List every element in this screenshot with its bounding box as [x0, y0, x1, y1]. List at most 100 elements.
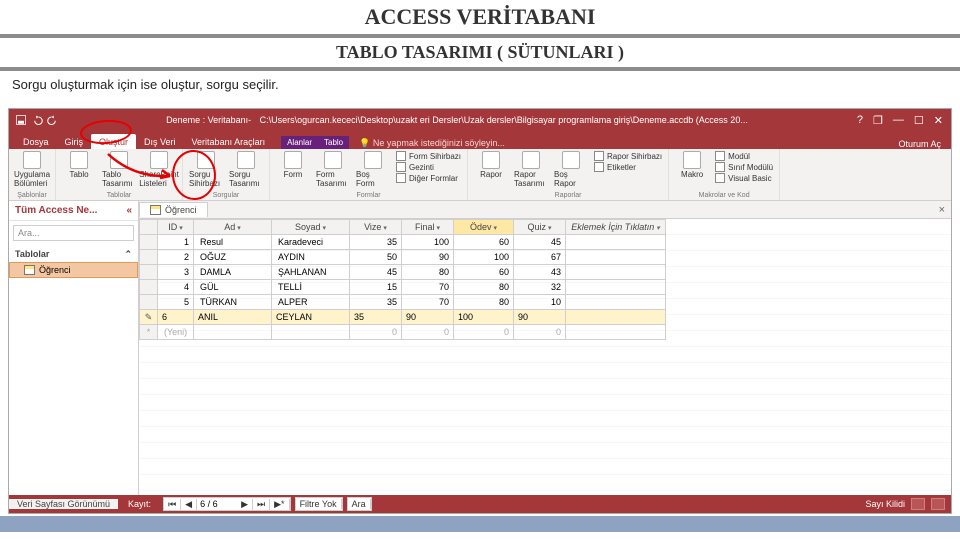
query-design-button[interactable]: Sorgu Tasarımı	[229, 151, 263, 191]
query-wizard-button[interactable]: Sorgu Sihirbazı	[189, 151, 223, 191]
column-header[interactable]: ID▾	[158, 220, 194, 235]
cell: Resul	[194, 235, 272, 250]
cell: CEYLAN	[272, 310, 350, 325]
row-selector[interactable]	[140, 235, 158, 250]
chevron-up-icon: ⌃	[124, 249, 132, 260]
report-design-button[interactable]: Rapor Tasarımı	[514, 151, 548, 191]
next-record-icon[interactable]: ▶	[237, 499, 253, 510]
cell: TÜRKAN	[194, 295, 272, 310]
new-table-button[interactable]: Tablo	[62, 151, 96, 191]
window-restore-icon[interactable]: ❐	[873, 114, 883, 127]
divider	[0, 67, 960, 71]
record-position-input[interactable]	[197, 499, 237, 509]
group-templates-label: Şablonlar	[15, 192, 49, 199]
help-icon[interactable]: ?	[857, 114, 863, 127]
cell: 90	[514, 310, 566, 325]
blank-form-button[interactable]: Boş Form	[356, 151, 390, 191]
table-row[interactable]: ✎ 6 ANIL CEYLAN 35 90 100 90	[140, 310, 666, 325]
row-selector[interactable]: ✎	[140, 310, 158, 325]
cell: OĞUZ	[194, 250, 272, 265]
view-mode-label: Veri Sayfası Görünümü	[9, 499, 118, 509]
table-row[interactable]: 3 DAMLA ŞAHLANAN 45 80 60 43	[140, 265, 666, 280]
file-path: C:\Users\ogurcan.kececi\Desktop\uzakt er…	[260, 115, 748, 125]
group-forms-label: Formlar	[276, 192, 461, 199]
design-view-icon[interactable]	[931, 498, 945, 510]
report-button[interactable]: Rapor	[474, 151, 508, 191]
column-header[interactable]: Ad▾	[194, 220, 272, 235]
app-parts-button[interactable]: Uygulama Bölümleri	[15, 151, 49, 191]
doc-tab-close-icon[interactable]: ×	[933, 204, 951, 216]
minimize-icon[interactable]: —	[893, 114, 904, 127]
filter-indicator[interactable]: Filtre Yok	[295, 497, 343, 511]
record-navigator[interactable]: ⏮ ◀ ▶ ⏭ ▶*	[163, 497, 291, 511]
new-record-icon[interactable]: ▶*	[270, 499, 289, 510]
navigation-pane: Tüm Access Ne... « Ara... Tablolar ⌃ Öğr…	[9, 201, 139, 495]
nav-pane-collapse-icon[interactable]: «	[126, 205, 132, 216]
doc-tab-ogrenci[interactable]: Öğrenci	[139, 202, 208, 217]
nav-item-ogrenci[interactable]: Öğrenci	[9, 262, 138, 278]
nav-pane-title[interactable]: Tüm Access Ne...	[15, 205, 97, 216]
table-design-button[interactable]: Tablo Tasarımı	[102, 151, 136, 191]
navigation-forms-button[interactable]: Gezinti	[396, 162, 461, 172]
tab-context-fields[interactable]: Alanlar	[281, 136, 318, 149]
tab-database-tools[interactable]: Veritabanı Araçları	[184, 134, 274, 149]
divider	[0, 34, 960, 38]
group-queries-label: Sorgular	[189, 192, 263, 199]
column-header[interactable]: Final▾	[402, 220, 454, 235]
tell-me-search[interactable]: 💡 Ne yapmak istediğinizi söyleyin...	[359, 138, 505, 149]
slide-title: ACCESS VERİTABANI	[0, 0, 960, 32]
sharepoint-lists-button[interactable]: SharePoint Listeleri	[142, 151, 176, 191]
tab-file[interactable]: Dosya	[15, 134, 57, 149]
visual-basic-button[interactable]: Visual Basic	[715, 173, 773, 183]
close-icon[interactable]: ✕	[934, 114, 943, 127]
column-header[interactable]: Vize▾	[350, 220, 402, 235]
maximize-icon[interactable]: ☐	[914, 114, 924, 127]
sign-in-link[interactable]: Oturum Aç	[898, 139, 951, 149]
tab-external-data[interactable]: Dış Veri	[136, 134, 184, 149]
column-header[interactable]: Quiz▾	[514, 220, 566, 235]
datasheet-view-icon[interactable]	[911, 498, 925, 510]
cell: 6	[158, 310, 194, 325]
save-icon[interactable]	[15, 114, 27, 126]
redo-icon[interactable]	[47, 114, 59, 126]
class-module-button[interactable]: Sınıf Modülü	[715, 162, 773, 172]
datasheet[interactable]: ID▾Ad▾Soyad▾Vize▾Final▾Ödev▾Quiz▾Eklemek…	[139, 219, 951, 495]
row-selector[interactable]	[140, 265, 158, 280]
row-selector[interactable]	[140, 280, 158, 295]
table-row[interactable]: 2 OĞUZ AYDIN 50 90 100 67	[140, 250, 666, 265]
undo-icon[interactable]	[31, 114, 43, 126]
labels-button[interactable]: Etiketler	[594, 162, 662, 172]
row-selector[interactable]	[140, 250, 158, 265]
cell: 2	[158, 250, 194, 265]
last-record-icon[interactable]: ⏭	[253, 499, 270, 510]
report-wizard-button[interactable]: Rapor Sihirbazı	[594, 151, 662, 161]
add-column[interactable]: Eklemek İçin Tıklatın▾	[566, 220, 666, 235]
macro-button[interactable]: Makro	[675, 151, 709, 191]
column-header[interactable]: Ödev▾	[454, 220, 514, 235]
module-button[interactable]: Modül	[715, 151, 773, 161]
more-forms-button[interactable]: Diğer Formlar	[396, 173, 461, 183]
first-record-icon[interactable]: ⏮	[164, 499, 181, 510]
row-selector[interactable]	[140, 295, 158, 310]
prev-record-icon[interactable]: ◀	[181, 499, 197, 510]
table-row[interactable]: 5 TÜRKAN ALPER 35 70 80 10	[140, 295, 666, 310]
table-row[interactable]: 1 Resul Karadeveci 35 100 60 45	[140, 235, 666, 250]
cell: 90	[402, 250, 454, 265]
table-row[interactable]: 4 GÜL TELLİ 15 70 80 32	[140, 280, 666, 295]
cell: 15	[350, 280, 402, 295]
select-all-cell[interactable]	[140, 220, 158, 235]
search-box[interactable]: Ara	[347, 497, 372, 511]
nav-search-input[interactable]: Ara...	[13, 225, 134, 241]
tab-home[interactable]: Giriş	[57, 134, 92, 149]
form-design-button[interactable]: Form Tasarımı	[316, 151, 350, 191]
new-row[interactable]: * (Yeni) 0000	[140, 325, 666, 340]
nav-group-tables[interactable]: Tablolar ⌃	[9, 245, 138, 262]
form-button[interactable]: Form	[276, 151, 310, 191]
tab-create[interactable]: Oluştur	[91, 134, 136, 149]
column-header[interactable]: Soyad▾	[272, 220, 350, 235]
tab-context-table[interactable]: Tablo	[318, 136, 349, 149]
blank-report-button[interactable]: Boş Rapor	[554, 151, 588, 191]
cell: 32	[514, 280, 566, 295]
cell: 90	[402, 310, 454, 325]
form-wizard-button[interactable]: Form Sihirbazı	[396, 151, 461, 161]
